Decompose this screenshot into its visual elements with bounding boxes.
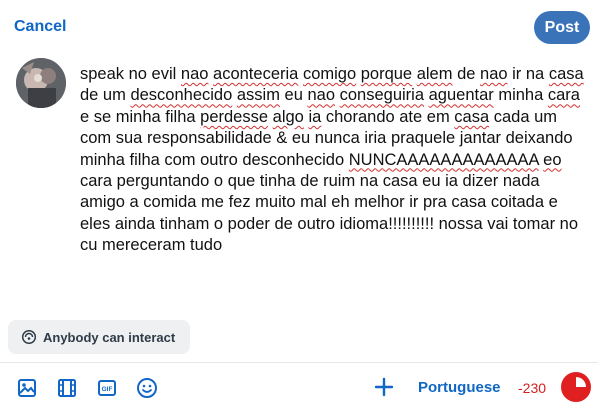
misspelled-word: desconhecido bbox=[130, 86, 233, 105]
video-icon bbox=[58, 379, 76, 397]
gif-icon: GIF bbox=[98, 380, 116, 396]
text-segment: eu bbox=[279, 86, 308, 105]
misspelled-word: cara bbox=[547, 86, 580, 105]
misspelled-word: comigo bbox=[302, 65, 357, 83]
add-thread-button[interactable] bbox=[372, 375, 396, 399]
cancel-button[interactable]: Cancel bbox=[14, 18, 66, 36]
misspelled-word: algo bbox=[272, 107, 304, 126]
video-button[interactable] bbox=[55, 376, 79, 400]
image-icon bbox=[18, 379, 36, 397]
text-segment: de bbox=[452, 65, 481, 83]
post-button[interactable]: Post bbox=[534, 11, 590, 44]
text-segment: ir na bbox=[507, 65, 549, 83]
misspelled-word: alem bbox=[416, 65, 453, 83]
avatar[interactable] bbox=[16, 58, 66, 108]
misspelled-word: NUNCAAAAAAAAAAAAA bbox=[348, 150, 539, 169]
character-counter: -230 bbox=[518, 380, 547, 396]
profile-photo-icon bbox=[16, 58, 66, 108]
gif-button[interactable]: GIF bbox=[95, 376, 119, 400]
interaction-settings-button[interactable]: Anybody can interact bbox=[8, 320, 190, 354]
text-segment: minha bbox=[493, 86, 548, 105]
text-segment: chorando ate em bbox=[321, 107, 455, 126]
misspelled-word: nao bbox=[307, 86, 336, 105]
misspelled-word: casa bbox=[548, 65, 584, 83]
language-selector[interactable]: Portuguese bbox=[418, 379, 501, 396]
globe-settings-icon bbox=[21, 329, 37, 345]
plus-icon bbox=[374, 377, 394, 397]
composer-header: Cancel Post bbox=[0, 0, 598, 56]
post-text-editor[interactable]: speak no evil nao aconteceria comigo por… bbox=[80, 64, 585, 257]
misspelled-word: porque bbox=[360, 65, 413, 83]
text-segment: speak no evil bbox=[80, 65, 181, 83]
misspelled-word: ia bbox=[308, 107, 322, 126]
composer-toolbar: GIF Portuguese -230 bbox=[0, 363, 598, 414]
image-button[interactable] bbox=[15, 376, 39, 400]
emoji-button[interactable] bbox=[135, 376, 159, 400]
misspelled-word: aguentar bbox=[428, 86, 494, 105]
emoji-icon bbox=[137, 378, 157, 398]
misspelled-word: perdesse bbox=[200, 107, 269, 126]
misspelled-word: aconteceria bbox=[213, 65, 299, 83]
misspelled-word: conseguiria bbox=[339, 86, 425, 105]
gif-label: GIF bbox=[102, 386, 113, 393]
character-limit-ring bbox=[561, 372, 591, 402]
misspelled-word: nao bbox=[180, 65, 209, 83]
misspelled-word: assim bbox=[236, 86, 280, 105]
progress-ring-icon bbox=[561, 372, 591, 402]
misspelled-word: nao bbox=[480, 65, 508, 83]
misspelled-word: eo bbox=[543, 150, 562, 169]
interaction-label: Anybody can interact bbox=[43, 329, 176, 345]
misspelled-word: casa bbox=[454, 107, 490, 126]
